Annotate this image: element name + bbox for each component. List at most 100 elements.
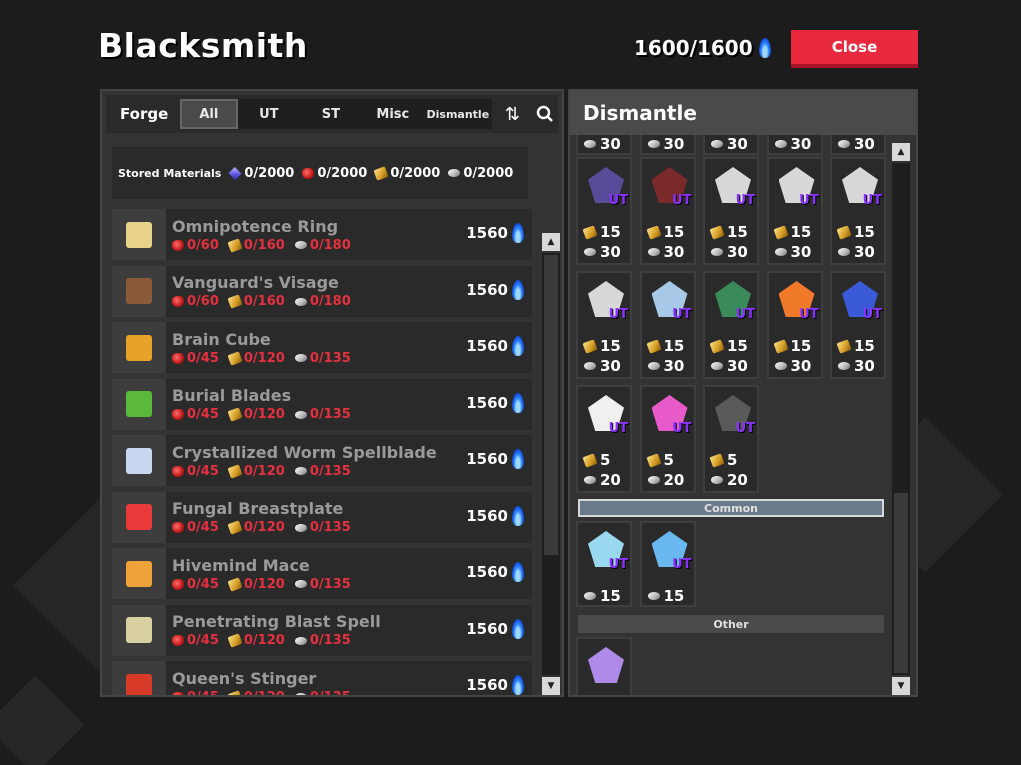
scroll-thumb[interactable] (544, 255, 558, 555)
dismantle-slot[interactable]: UT 15 (639, 521, 696, 607)
gold-material-icon (227, 463, 243, 479)
dismantle-silver: 30 (838, 135, 875, 153)
cost-gold: 0/120 (227, 690, 285, 695)
scroll-track[interactable] (542, 253, 560, 675)
ut-badge: UT (608, 193, 628, 208)
dismantle-slot[interactable]: UT 15 30 (703, 271, 759, 379)
dismantle-gold: 5 (709, 451, 737, 469)
dismantle-gold: 15 (582, 223, 621, 241)
scroll-down-button[interactable]: ▼ (892, 677, 910, 695)
scroll-up-button[interactable]: ▲ (542, 233, 560, 251)
recipe-price: 1560 (466, 449, 524, 469)
recipe-icon-box (112, 265, 166, 317)
dismantle-gold: 15 (772, 223, 811, 241)
dismantle-slot[interactable] (576, 637, 632, 695)
dismantle-slot[interactable]: 30 (703, 135, 759, 155)
dismantle-slot[interactable]: UT 15 30 (639, 271, 696, 379)
recipe-row[interactable]: Queen's Stinger 0/45 0/120 0/135 1560 (112, 661, 532, 695)
silver-material-icon (774, 140, 787, 148)
gold-material-icon (227, 294, 243, 309)
tab-ut[interactable]: UT (238, 99, 300, 129)
dismantle-slot[interactable]: 30 (766, 135, 823, 155)
ut-badge: UT (672, 557, 692, 572)
dismantle-slot[interactable]: 30 (576, 135, 632, 155)
cost-red: 0/60 (172, 294, 219, 309)
dismantle-slot[interactable]: UT 15 30 (639, 157, 696, 265)
scroll-down-button[interactable]: ▼ (542, 677, 560, 695)
sort-icon[interactable]: ⇅ (500, 101, 525, 127)
gold-material-icon (582, 338, 598, 354)
close-button[interactable]: Close (791, 30, 918, 68)
gold-material-icon (709, 338, 725, 354)
cost-silver: 0/180 (294, 294, 351, 309)
silver-material-icon (647, 248, 660, 256)
recipe-row[interactable]: Fungal Breastplate 0/45 0/120 0/135 1560 (112, 491, 532, 543)
item-icon (126, 334, 152, 361)
gold-material-icon (836, 224, 852, 240)
stored-material-blue: 0/2000 (228, 166, 294, 181)
item-icon (126, 221, 152, 248)
dismantle-scrollbar[interactable]: ▲ ▼ (892, 143, 910, 695)
tab-all[interactable]: All (179, 99, 238, 129)
ut-badge: UT (735, 193, 755, 208)
fame-counter: 1600/1600 (634, 36, 771, 60)
recipe-icon-box (112, 435, 166, 486)
silver-material-icon (647, 476, 660, 484)
dismantle-slot[interactable]: 30 (639, 135, 696, 155)
cost-gold: 0/120 (227, 463, 285, 479)
red-heart-material-icon (172, 352, 184, 364)
dismantle-slot[interactable]: UT 15 30 (766, 271, 823, 379)
cost-silver: 0/135 (294, 633, 351, 648)
recipe-row[interactable]: Hivemind Mace 0/45 0/120 0/135 1560 (112, 548, 532, 599)
silver-material-icon (584, 592, 596, 600)
dismantle-slot[interactable]: UT 5 20 (703, 385, 759, 493)
tab-misc[interactable]: Misc (362, 99, 424, 129)
recipe-icon-box (112, 548, 166, 599)
recipe-scrollbar[interactable]: ▲ ▼ (542, 233, 560, 695)
dismantle-gold: 15 (709, 337, 748, 355)
dismantle-silver: 30 (584, 135, 621, 153)
recipe-row[interactable]: Brain Cube 0/45 0/120 0/135 1560 (112, 322, 532, 373)
scroll-up-button[interactable]: ▲ (892, 143, 910, 161)
tab-st[interactable]: ST (300, 99, 362, 129)
dismantle-slot[interactable]: UT 5 20 (576, 385, 632, 493)
dismantle-slot[interactable]: UT 15 (576, 521, 632, 607)
recipe-price: 1560 (466, 618, 524, 639)
dismantle-slot[interactable]: 30 (830, 135, 886, 155)
recipe-row[interactable]: Omnipotence Ring 0/60 0/160 0/180 1560 (112, 209, 532, 260)
fame-flame-icon (512, 675, 524, 695)
filter-tabs: All UT ST Misc Dismantle (179, 99, 492, 129)
cost-silver: 0/135 (294, 407, 351, 422)
cost-red: 0/60 (172, 238, 219, 253)
red-heart-material-icon (172, 465, 184, 477)
gold-material-icon (645, 452, 662, 468)
tab-dismantle[interactable]: Dismantle (424, 99, 492, 129)
dismantle-gold: 15 (836, 337, 875, 355)
silver-material-icon (711, 140, 723, 148)
dismantle-slot[interactable]: UT 15 30 (830, 157, 886, 265)
recipe-row[interactable]: Vanguard's Visage 0/60 0/160 0/180 1560 (112, 265, 532, 317)
fame-flame-icon (512, 449, 524, 469)
dismantle-title: Dismantle (570, 91, 916, 135)
dismantle-grid: 30 30 30 30 30 UT 15 30 UT 15 30 UT 15 30 UT 15 30 UT 15 30… (576, 135, 888, 695)
scroll-thumb[interactable] (894, 493, 908, 673)
forge-toolbar: Forge All UT ST Misc Dismantle ⇅ (106, 95, 558, 133)
cost-red: 0/45 (172, 690, 219, 695)
recipe-row[interactable]: Penetrating Blast Spell 0/45 0/120 0/135… (112, 604, 532, 656)
dismantle-silver: 30 (774, 357, 811, 375)
dismantle-slot[interactable]: UT 15 30 (830, 271, 886, 379)
recipe-row[interactable]: Burial Blades 0/45 0/120 0/135 1560 (112, 378, 532, 430)
recipe-row[interactable]: Crystallized Worm Spellblade 0/45 0/120 … (112, 435, 532, 486)
fame-flame-icon (512, 223, 524, 243)
search-icon[interactable] (533, 101, 558, 127)
scroll-track[interactable] (892, 163, 910, 675)
dismantle-slot[interactable]: UT 15 30 (576, 271, 632, 379)
gold-material-icon (645, 338, 662, 354)
dismantle-slot[interactable]: UT 15 30 (766, 157, 823, 265)
recipe-icon-box (112, 322, 166, 373)
recipe-price: 1560 (466, 562, 524, 582)
dismantle-slot[interactable]: UT 5 20 (639, 385, 696, 493)
dismantle-slot[interactable]: UT 15 30 (703, 157, 759, 265)
dismantle-slot[interactable]: UT 15 30 (576, 157, 632, 265)
silver-material-icon (647, 140, 660, 148)
